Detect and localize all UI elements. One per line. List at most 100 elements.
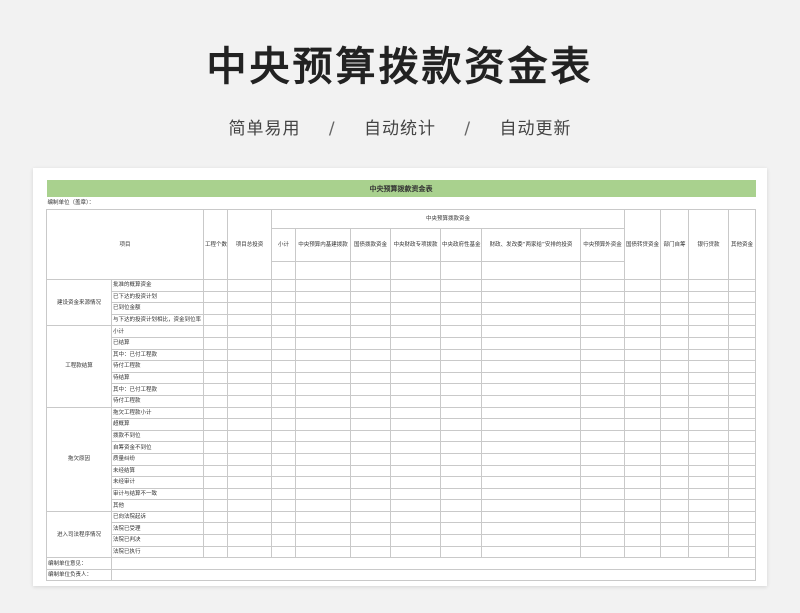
table-cell (295, 279, 351, 292)
page-title: 中央预算拨款资金表 (206, 44, 594, 90)
table-row: 审计与结算不一致 (47, 487, 757, 501)
header-self-raised: 部门自筹 (660, 209, 689, 280)
table-cell (227, 313, 272, 327)
table-cell (481, 383, 581, 396)
table-cell (440, 487, 482, 501)
table-cell (481, 394, 581, 408)
table-cell (624, 406, 661, 420)
table-cell (227, 487, 272, 501)
table-row: 其他 (47, 499, 757, 512)
row-label: 小计 (111, 325, 204, 338)
table-cell (390, 476, 441, 489)
row-label: 审计与结算不一致 (111, 487, 204, 501)
table-cell (227, 499, 272, 512)
header-central-capital: 中央预算内基建拨款 (295, 228, 351, 262)
table-cell (203, 418, 228, 431)
header-total-investment: 项目总投资 (227, 209, 272, 280)
table-cell (481, 522, 581, 536)
table-cell (481, 545, 581, 559)
table-cell (390, 325, 441, 338)
header-project-count: 工程个数 (203, 209, 228, 280)
feature-auto-update: 自动更新 (499, 119, 572, 139)
table-cell (727, 441, 757, 454)
table-cell (660, 429, 689, 443)
table-cell (350, 510, 391, 524)
footer-row: 编制单位意见： (46, 557, 757, 570)
header-subtotal: 小计 (271, 228, 296, 262)
table-cell (440, 313, 482, 327)
row-label: 超概算 (111, 418, 204, 431)
table-cell (727, 360, 757, 373)
table-cell (624, 487, 661, 501)
table-cell (203, 441, 228, 454)
table-cell (271, 302, 296, 315)
header-gov-fund: 中央政府性基金 (440, 228, 482, 262)
table-cell (481, 279, 581, 292)
table-cell (203, 348, 228, 362)
table-cell (727, 348, 757, 362)
table-cell (295, 522, 351, 536)
header-central-group: 中央预算拨款资金 (271, 209, 625, 229)
row-label: 法院已判决 (111, 534, 204, 547)
table-row: 法院已判决 (47, 534, 757, 547)
table-cell (727, 383, 757, 396)
table-cell (203, 325, 228, 338)
header-outside-budget: 中央预算外资金 (580, 228, 625, 262)
table-cell (203, 429, 228, 443)
table-cell (481, 429, 581, 443)
table-cell (203, 279, 228, 292)
table-cell (660, 279, 689, 292)
table-cell (727, 313, 757, 327)
table-cell (580, 348, 625, 362)
table-cell (624, 360, 661, 373)
table-cell (295, 441, 351, 454)
row-label: 已下达的投资计划 (111, 290, 204, 304)
table-cell (271, 371, 296, 385)
table-cell (203, 360, 228, 373)
row-label: 待付工程款 (111, 360, 204, 373)
header-fiscal-special: 中央财政专项拨款 (390, 228, 441, 262)
table-cell (227, 452, 272, 466)
table-cell (350, 406, 391, 420)
table-cell (688, 510, 729, 524)
table-cell (295, 325, 351, 338)
table-cell (660, 371, 689, 385)
table-cell (727, 371, 757, 385)
table-cell (624, 452, 661, 466)
table-cell (271, 476, 296, 489)
table-cell (481, 336, 581, 350)
table-cell (481, 499, 581, 512)
table-cell (227, 522, 272, 536)
table-cell (580, 487, 625, 501)
table-cell (350, 452, 391, 466)
table-cell (481, 476, 581, 489)
table-cell (660, 302, 689, 315)
table-cell (271, 510, 296, 524)
group-label: 进入司法程序情况 (46, 510, 112, 559)
table-cell (660, 510, 689, 524)
table-cell (688, 394, 729, 408)
table-cell (203, 336, 228, 350)
table-cell (350, 336, 391, 350)
table-cell (440, 371, 482, 385)
row-label: 质量纠纷 (111, 452, 204, 466)
footer-opinion-value (110, 557, 757, 570)
table-cell (350, 394, 391, 408)
table-cell (727, 476, 757, 489)
table-cell (481, 441, 581, 454)
table-cell (660, 476, 689, 489)
table-cell (660, 360, 689, 373)
table-cell (727, 545, 757, 559)
table-cell (227, 510, 272, 524)
table-cell (660, 348, 689, 362)
table-cell (295, 476, 351, 489)
row-label: 待结算 (111, 371, 204, 385)
table-cell (624, 464, 661, 478)
group-label: 工程款结算 (46, 325, 112, 408)
table-cell (660, 290, 689, 304)
table-cell (624, 522, 661, 536)
table-cell (390, 371, 441, 385)
table-row: 待付工程款 (47, 394, 757, 408)
table-cell (227, 371, 272, 385)
table-cell (271, 406, 296, 420)
